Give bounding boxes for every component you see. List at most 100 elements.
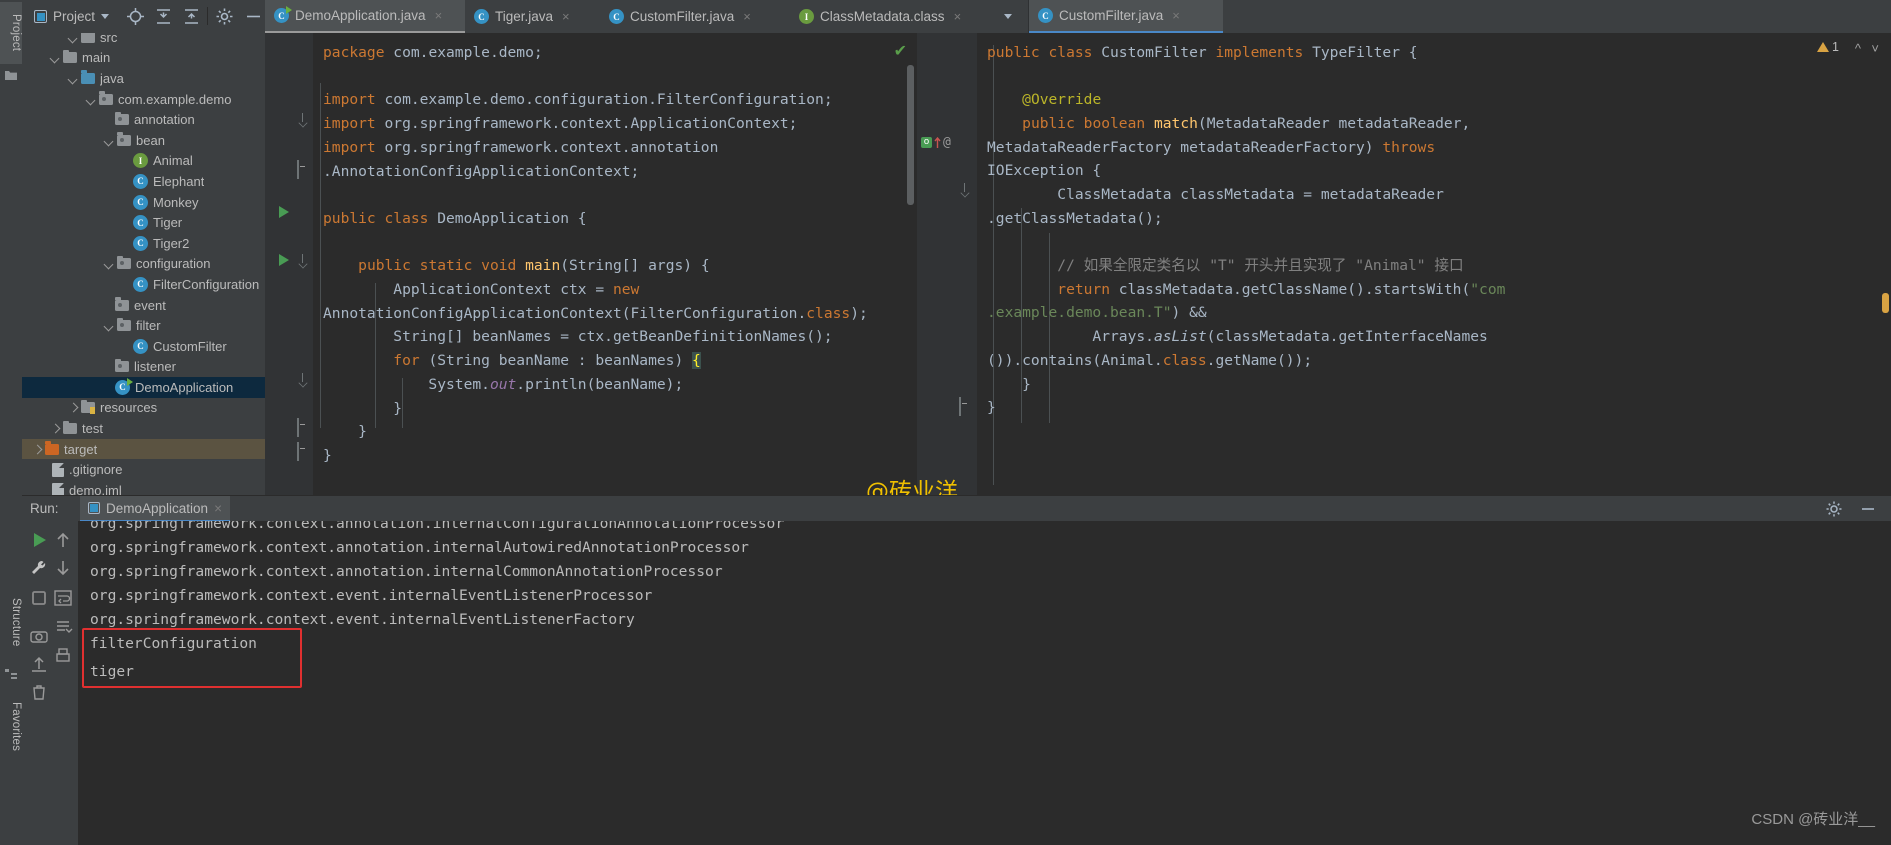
tree-row-demoapplication[interactable]: C DemoApplication bbox=[22, 377, 265, 398]
collapse-all-icon[interactable] bbox=[182, 7, 201, 26]
up-arrow-icon[interactable] bbox=[52, 529, 74, 551]
tree-row-customfilter[interactable]: C CustomFilter bbox=[22, 336, 265, 357]
editor-pane-right[interactable]: o @ x public class CustomFilter implemen… bbox=[917, 33, 1891, 495]
fold-region-imports[interactable] bbox=[297, 113, 308, 126]
rerun-icon[interactable] bbox=[28, 529, 50, 551]
tree-row-main[interactable]: main bbox=[22, 48, 265, 69]
tree-row-configuration[interactable]: configuration bbox=[22, 254, 265, 275]
tree-row-com-example-demo[interactable]: com.example.demo bbox=[22, 89, 265, 110]
fold-end-for[interactable] bbox=[297, 419, 308, 430]
tree-row-elephant[interactable]: C Elephant bbox=[22, 171, 265, 192]
structure-icon[interactable] bbox=[4, 667, 18, 681]
chevron-right-icon[interactable] bbox=[68, 402, 79, 413]
project-tree[interactable]: src main java com.example.demo annotatio… bbox=[22, 33, 266, 495]
tree-row-monkey[interactable]: C Monkey bbox=[22, 192, 265, 213]
chevron-down-icon[interactable] bbox=[68, 73, 79, 84]
tree-row-filterconfiguration[interactable]: C FilterConfiguration bbox=[22, 274, 265, 295]
tree-row-tiger2[interactable]: C Tiger2 bbox=[22, 233, 265, 254]
run-config-tab[interactable]: DemoApplication × bbox=[80, 496, 230, 522]
tree-row-tiger[interactable]: C Tiger bbox=[22, 212, 265, 233]
camera-icon[interactable] bbox=[28, 625, 50, 647]
tab-customfilter-java[interactable]: C CustomFilter.java × bbox=[600, 0, 790, 33]
fold-region-method[interactable] bbox=[959, 183, 970, 196]
editor-marker-right[interactable] bbox=[1882, 293, 1889, 313]
warning-badge[interactable]: 1 bbox=[1817, 40, 1839, 54]
tree-row-java[interactable]: java bbox=[22, 68, 265, 89]
tab-customfilter-java-right[interactable]: C CustomFilter.java × bbox=[1029, 0, 1223, 33]
editor-scrollbar-left[interactable] bbox=[907, 65, 914, 205]
tree-row-bean[interactable]: bean bbox=[22, 130, 265, 151]
editor-pane-left[interactable]: package com.example.demo; import com.exa… bbox=[265, 33, 917, 495]
tab-classmetadata-class[interactable]: I ClassMetadata.class × bbox=[790, 0, 990, 33]
tree-row-demo-iml[interactable]: demo.iml bbox=[22, 480, 265, 495]
editor-gutter-right[interactable]: o @ bbox=[917, 33, 977, 495]
chevron-right-icon[interactable] bbox=[32, 444, 43, 455]
run-method-gutter-icon[interactable] bbox=[279, 254, 289, 266]
chevron-down-icon[interactable] bbox=[86, 94, 97, 105]
soft-wrap-icon[interactable] bbox=[52, 587, 74, 609]
export-icon[interactable] bbox=[28, 653, 50, 675]
prev-highlight-icon[interactable]: ^ bbox=[1855, 41, 1861, 56]
left-tool-strip: Project Structure Favorites bbox=[0, 0, 23, 845]
tree-row-resources[interactable]: resources bbox=[22, 398, 265, 419]
tool-window-project[interactable]: Project bbox=[0, 2, 22, 64]
implements-method-marker[interactable]: o @ bbox=[921, 135, 951, 150]
fold-end-main[interactable] bbox=[297, 443, 308, 454]
code-content-left[interactable]: package com.example.demo; import com.exa… bbox=[323, 41, 868, 468]
tab-close-icon[interactable]: × bbox=[435, 8, 443, 23]
chevron-down-icon[interactable] bbox=[104, 320, 115, 331]
wrench-icon[interactable] bbox=[28, 557, 50, 579]
chevron-down-icon[interactable] bbox=[101, 14, 109, 19]
fold-region-for[interactable] bbox=[297, 373, 308, 386]
tree-row-animal[interactable]: I Animal bbox=[22, 151, 265, 172]
print-icon[interactable] bbox=[52, 645, 74, 667]
tree-row-test[interactable]: test bbox=[22, 418, 265, 439]
fold-end-method[interactable] bbox=[959, 398, 970, 409]
tree-row-event[interactable]: event bbox=[22, 295, 265, 316]
tree-row-listener[interactable]: listener bbox=[22, 357, 265, 378]
class-icon: C bbox=[133, 195, 148, 210]
minimize-icon[interactable] bbox=[1859, 500, 1877, 518]
tree-row-target[interactable]: target bbox=[22, 439, 265, 460]
chevron-down-icon[interactable] bbox=[50, 52, 61, 63]
code-content-right[interactable]: x public class CustomFilter implements T… bbox=[987, 33, 1505, 420]
tree-row-gitignore[interactable]: .gitignore bbox=[22, 459, 265, 480]
fold-region-main[interactable] bbox=[297, 254, 308, 267]
project-view-selector[interactable]: Project bbox=[30, 6, 113, 27]
run-console-output[interactable]: org.springframework.context.annotation.i… bbox=[78, 521, 1891, 845]
tree-row-filter[interactable]: filter bbox=[22, 315, 265, 336]
inspection-ok-icon[interactable]: ✔ bbox=[894, 41, 907, 61]
tool-window-structure[interactable]: Structure bbox=[0, 585, 22, 659]
stop-icon[interactable] bbox=[28, 587, 50, 609]
chevron-right-icon[interactable] bbox=[50, 423, 61, 434]
scroll-to-end-icon[interactable] bbox=[52, 617, 74, 639]
tab-close-icon[interactable]: × bbox=[954, 9, 962, 24]
tree-row-annotation[interactable]: annotation bbox=[22, 109, 265, 130]
tab-close-icon[interactable]: × bbox=[743, 9, 751, 24]
tab-tiger-java[interactable]: C Tiger.java × bbox=[465, 0, 600, 33]
settings-gear-icon[interactable] bbox=[1825, 500, 1843, 518]
project-icon bbox=[34, 10, 47, 23]
down-arrow-icon[interactable] bbox=[52, 557, 74, 579]
next-highlight-icon[interactable]: ˅ bbox=[1871, 41, 1879, 56]
settings-gear-icon[interactable] bbox=[215, 7, 234, 26]
toolbar-divider bbox=[207, 7, 208, 25]
editor-gutter-left[interactable] bbox=[265, 33, 313, 495]
tab-close-icon[interactable]: × bbox=[1172, 8, 1180, 23]
chevron-down-icon[interactable] bbox=[104, 135, 115, 146]
run-class-gutter-icon[interactable] bbox=[279, 206, 289, 218]
tree-row-src[interactable]: src bbox=[22, 33, 265, 48]
chevron-down-icon[interactable] bbox=[68, 33, 79, 43]
tab-close-icon[interactable]: × bbox=[562, 9, 570, 24]
hide-tool-window-icon[interactable] bbox=[244, 7, 263, 26]
run-tab-close-icon[interactable]: × bbox=[214, 501, 222, 516]
tab-overflow-button[interactable] bbox=[990, 0, 1026, 33]
expand-all-icon[interactable] bbox=[154, 7, 173, 26]
tab-demoapplication-java[interactable]: C DemoApplication.java × bbox=[265, 0, 465, 33]
project-folder-icon[interactable] bbox=[4, 68, 18, 82]
locate-icon[interactable] bbox=[126, 7, 145, 26]
tool-window-favorites[interactable]: Favorites bbox=[0, 690, 22, 764]
chevron-down-icon[interactable] bbox=[104, 258, 115, 269]
fold-end-imports[interactable] bbox=[297, 161, 308, 172]
trash-icon[interactable] bbox=[28, 681, 50, 703]
